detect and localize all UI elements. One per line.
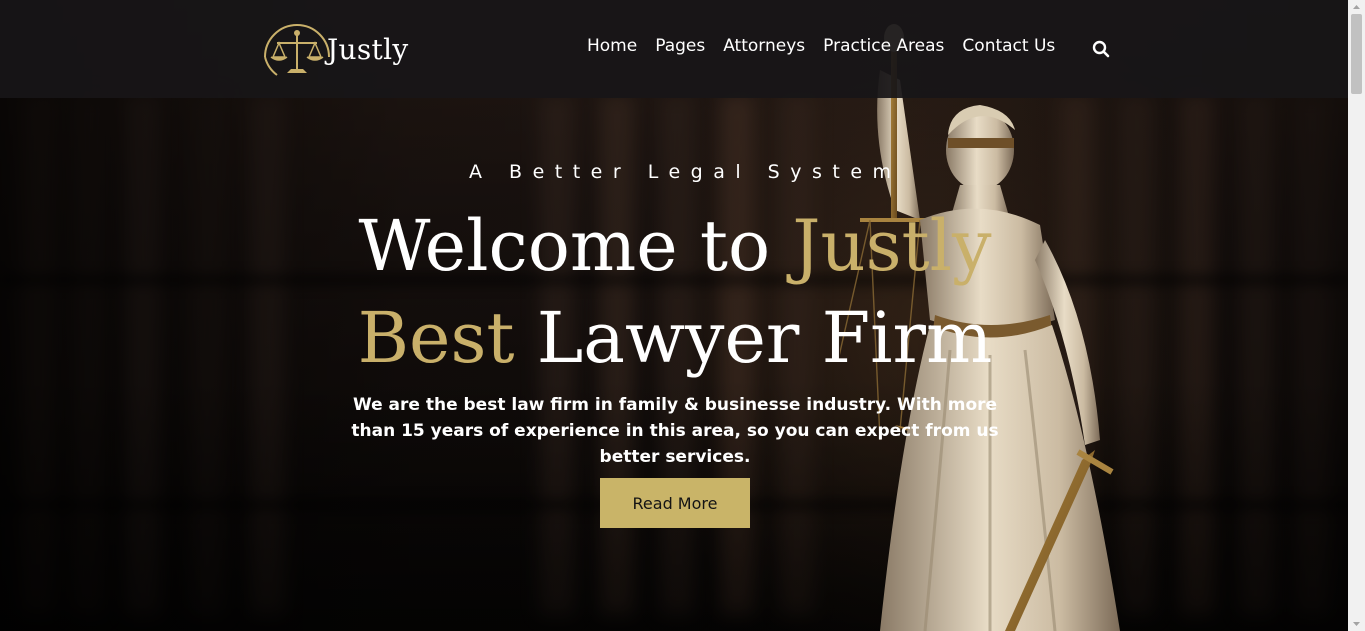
nav-item-practice-areas[interactable]: Practice Areas [823, 36, 944, 56]
main-nav: Home Pages Attorneys Practice Areas Cont… [587, 36, 1073, 56]
scroll-up-arrow-icon[interactable] [1351, 2, 1362, 12]
search-icon[interactable] [1092, 40, 1110, 58]
nav-item-pages[interactable]: Pages [655, 36, 705, 56]
hero-title: Welcome to Justly Best Lawyer Firm [300, 200, 1050, 384]
scrollbar-thumb[interactable] [1351, 14, 1362, 94]
hero-title-line2: Best Lawyer Firm [300, 292, 1050, 384]
scales-logo-icon [264, 24, 330, 76]
hero-title-white-2: Lawyer Firm [514, 297, 993, 379]
scrollbar-track[interactable] [1348, 0, 1365, 631]
scroll-down-arrow-icon[interactable] [1351, 619, 1362, 629]
nav-item-attorneys[interactable]: Attorneys [723, 36, 805, 56]
hero-title-gold-1: Justly [792, 205, 992, 287]
site-header: Justly Home Pages Attorneys Practice Are… [0, 0, 1348, 98]
brand-name: Justly [327, 32, 409, 66]
logo[interactable]: Justly [257, 15, 427, 83]
nav-item-contact-us[interactable]: Contact Us [962, 36, 1055, 56]
hero-tagline: A Better Legal System [469, 161, 902, 183]
hero-title-white-1: Welcome to [358, 205, 793, 287]
hero-title-gold-2: Best [357, 297, 515, 379]
hero-description: We are the best law firm in family & bus… [351, 395, 999, 467]
read-more-button[interactable]: Read More [600, 478, 750, 528]
hero-title-line1: Welcome to Justly [300, 200, 1050, 292]
nav-item-home[interactable]: Home [587, 36, 637, 56]
